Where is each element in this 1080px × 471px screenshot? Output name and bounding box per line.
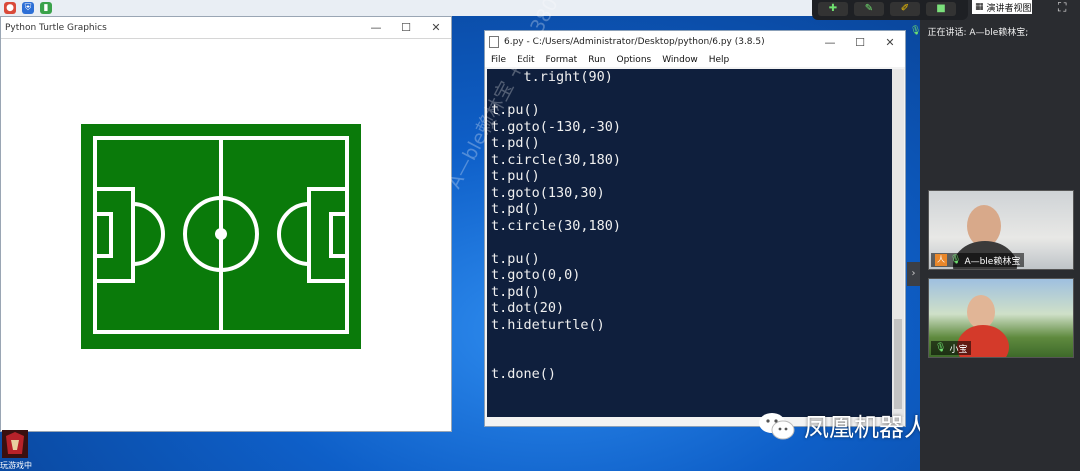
code-line: t.right(90) [491,69,613,85]
menu-format[interactable]: Format [546,55,578,65]
top-taskbar: ● ⛨ ▮ [0,0,920,16]
participant-label: 人 🎙 A—ble赖林宝 [931,253,1025,267]
code-line: t.hideturtle() [491,316,605,333]
shield-icon[interactable]: ⛨ [22,2,34,14]
maximize-button[interactable]: ☐ [845,36,875,49]
participant-face [967,295,995,329]
code-line: t.pu() [491,102,540,118]
menu-run[interactable]: Run [588,55,605,65]
stop-share-icon[interactable]: ■ [926,2,956,16]
minimize-button[interactable]: — [815,36,845,49]
editor-scrollbar[interactable] [892,69,904,417]
share-icon[interactable]: ✚ [818,2,848,16]
center-dot [215,228,227,240]
code-line: t.pd() [491,135,540,151]
avatar-icon: 人 [935,254,947,266]
code-line: t.pu() [491,250,540,267]
code-line: t.pu() [491,168,540,184]
mic-icon: 🎙 [950,255,962,265]
collapse-panel-button[interactable]: › [907,262,920,286]
close-button[interactable]: ✕ [875,36,905,49]
fullscreen-icon[interactable]: ⛶ [1058,0,1072,14]
code-line: t.goto(130,30) [491,184,605,201]
code-line: t.goto(0,0) [491,267,581,283]
participant-video-tile[interactable]: 人 🎙 A—ble赖林宝 [928,190,1074,270]
speaker-view-label: 演讲者视图 [986,3,1032,14]
close-button[interactable]: ✕ [421,21,451,34]
wechat-icon [759,413,795,440]
minimize-button[interactable]: — [361,21,391,34]
speaking-text: 正在讲话: A—ble赖林宝; [927,27,1029,38]
signal-icon[interactable]: ▮ [40,2,52,14]
participant-name: A—ble赖林宝 [964,256,1021,267]
meeting-toolbar: ✚ ✎ ✐ ■ [812,0,968,20]
speaking-indicator: 🎙 正在讲话: A—ble赖林宝; [906,22,1080,40]
pen-icon[interactable]: ✐ [890,2,920,16]
maximize-button[interactable]: ☐ [391,21,421,34]
code-line: t.dot(20) [491,300,565,316]
code-line: t.pd() [491,283,540,300]
code-line: t.circle(30,180) [491,151,622,168]
mic-icon: 🎙 [935,343,947,353]
participant-label: 🎙 小宝 [931,341,972,355]
menu-bar: File Edit Format Run Options Window Help [485,53,905,67]
code-line: t.goto(-130,-30) [491,118,622,135]
file-icon [489,36,499,48]
app-icon[interactable]: ● [4,2,16,14]
menu-help[interactable]: Help [709,55,730,65]
participant-name: 小宝 [949,344,968,355]
speaker-view-button[interactable]: ▦ 演讲者视图 [972,0,1032,14]
game-app-label: 玩游戏中 [0,461,32,470]
participant-video-tile[interactable]: 🎙 小宝 [928,278,1074,358]
turtle-window[interactable]: Python Turtle Graphics — ☐ ✕ [0,16,452,432]
menu-options[interactable]: Options [616,55,651,65]
scrollbar-thumb[interactable] [894,319,902,409]
code-line: t.circle(30,180) [491,217,622,234]
mic-icon: 🎙 [910,26,922,36]
soccer-field-drawing [81,124,361,349]
menu-window[interactable]: Window [662,55,698,65]
turtle-window-title: Python Turtle Graphics [5,22,107,33]
idle-editor-window[interactable]: 6.py - C:/Users/Administrator/Desktop/py… [484,30,906,427]
code-line: t.pd() [491,201,540,217]
turtle-title-bar[interactable]: Python Turtle Graphics — ☐ ✕ [1,17,451,39]
grid-icon: ▦ [975,2,984,12]
code-line: t.done() [491,366,557,382]
annotate-icon[interactable]: ✎ [854,2,884,16]
code-editor[interactable]: t.right(90) t.pu() t.goto(-130,-30) t.pd() t… [487,69,893,417]
